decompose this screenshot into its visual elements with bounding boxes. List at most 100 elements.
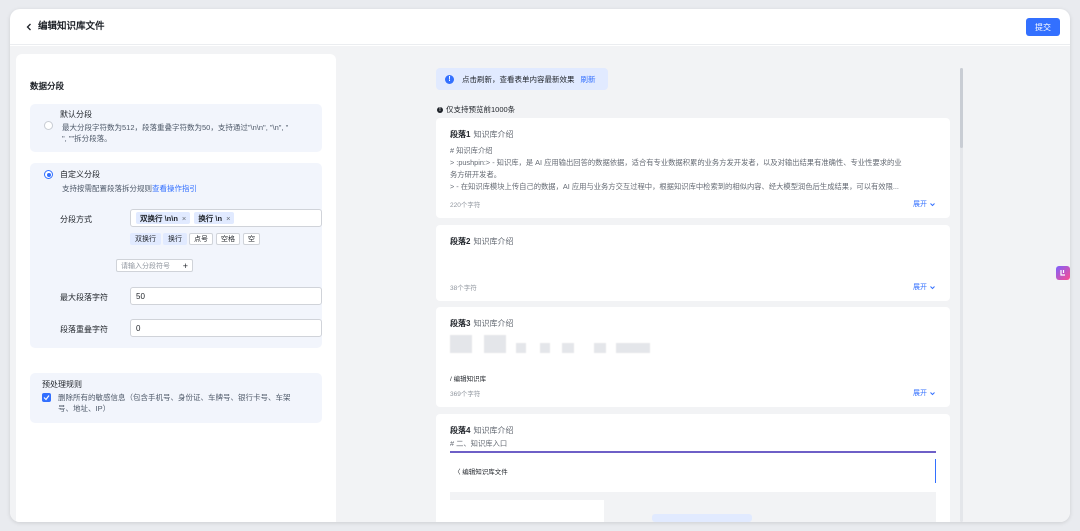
tag-label: 双换行 \n\n — [140, 213, 178, 223]
chevron-down-icon — [930, 391, 935, 395]
split-method-select[interactable]: 双换行 \n\n × 换行 \n × — [130, 209, 322, 227]
blurred-image — [594, 343, 606, 353]
blurred-image — [484, 335, 506, 353]
blurred-image — [540, 343, 550, 353]
segment-name: 段落4 — [450, 426, 471, 435]
expand-button[interactable]: 展开 — [913, 199, 936, 209]
segment-card-4: 段落4 知识库介绍 # 二、知识库入口 〈 编辑知识库文件 — [436, 414, 950, 522]
segment-title: 段落3 知识库介绍 — [450, 318, 513, 329]
segment-line: 务方研开发者。 — [450, 170, 502, 179]
segment-char-count: 38个字符 — [450, 285, 477, 292]
preprocess-rule-1: 删除所有的敏感信息（包含手机号、身份证、车牌号、银行卡号、车架 — [58, 393, 291, 402]
segment-subtitle: 知识库介绍 — [473, 237, 514, 246]
default-segment-desc-2: ", ""拆分段落。 — [62, 134, 112, 143]
expand-button[interactable]: 展开 — [913, 388, 936, 398]
default-segment-radio[interactable] — [44, 121, 53, 130]
section-title: 数据分段 — [30, 81, 65, 91]
segment-card-2: 段落2 知识库介绍 38个字符 展开 — [436, 225, 950, 301]
embedded-screenshot-header: 〈 编辑知识库文件 — [450, 459, 936, 483]
preview-scrollbar-thumb[interactable] — [960, 68, 963, 148]
segment-line: 〈 编辑知识库文件 — [454, 469, 508, 476]
segment-subtitle: 知识库介绍 — [473, 426, 514, 435]
default-segment-desc-1: 最大分段字符数为512，段落重叠字符数为50，支持通过"\n\n", "\n",… — [62, 123, 289, 132]
expand-label: 展开 — [913, 284, 927, 291]
segment-settings-panel: 数据分段 默认分段 最大分段字符数为512，段落重叠字符数为50，支持通过"\n… — [16, 54, 336, 522]
selected-tag: 换行 \n × — [194, 212, 235, 224]
expand-label: 展开 — [913, 390, 927, 397]
separator-input[interactable]: 请输入分段符号 + — [116, 259, 193, 272]
chevron-down-icon — [930, 285, 935, 289]
chip-double-newline[interactable]: 双换行 — [130, 233, 161, 245]
segment-name: 段落2 — [450, 237, 471, 246]
custom-segment-radio[interactable] — [44, 170, 53, 179]
submit-button[interactable]: 提交 — [1026, 18, 1060, 36]
refresh-link[interactable]: 刷新 — [581, 74, 596, 85]
custom-segment-desc-text: 支持按需配置段落拆分规则 — [62, 184, 152, 193]
expand-label: 展开 — [913, 201, 927, 208]
max-chars-label: 最大段落字符 — [60, 293, 108, 302]
blurred-image — [562, 343, 574, 353]
blurred-image — [450, 335, 472, 353]
preprocess-card: 预处理规则 删除所有的敏感信息（包含手机号、身份证、车牌号、银行卡号、车架 号、… — [30, 373, 322, 423]
page-title: 编辑知识库文件 — [38, 21, 105, 32]
segment-title: 段落1 知识库介绍 — [450, 129, 513, 140]
overlap-chars-label: 段落重叠字符 — [60, 325, 108, 334]
preprocess-title: 预处理规则 — [42, 380, 82, 389]
embedded-notice — [652, 514, 752, 522]
default-segment-title: 默认分段 — [60, 110, 92, 119]
expand-button[interactable]: 展开 — [913, 282, 936, 292]
segment-card-1: 段落1 知识库介绍 # 知识库介绍 > :pushpin:> - 知识库，是 AI… — [436, 118, 950, 218]
remove-tag-icon[interactable]: × — [226, 214, 230, 223]
segment-char-count: 220个字符 — [450, 202, 481, 209]
segment-char-count: 369个字符 — [450, 391, 481, 398]
blurred-image — [616, 343, 650, 353]
preprocess-rule-2: 号、地址、IP） — [58, 404, 111, 413]
segment-line: / 编辑知识库 — [450, 376, 487, 383]
preview-panel: ! 点击刷新，查看表单内容最新效果 刷新 ! 仅支持预览前1000条 段落1 知识… — [336, 54, 1060, 522]
segment-card-3: 段落3 知识库介绍 / 编辑知识库 369个字符 展开 — [436, 307, 950, 407]
segment-line: > - 在知识库模块上传自己的数据，AI 应用与业务方交互过程中，根据知识库中检… — [450, 182, 899, 191]
segment-line: > :pushpin:> - 知识库，是 AI 应用输出回答的数据依据，适合有专… — [450, 158, 902, 167]
embedded-panel — [450, 500, 604, 522]
embedded-screenshot-body — [450, 492, 936, 522]
chip-space[interactable]: 空格 — [216, 233, 240, 245]
segment-name: 段落1 — [450, 130, 471, 139]
segment-name: 段落3 — [450, 319, 471, 328]
preview-limit-note: ! 仅支持预览前1000条 — [437, 104, 515, 115]
max-chars-input[interactable]: 50 — [130, 287, 322, 305]
page-header: 编辑知识库文件 提交 — [10, 9, 1070, 45]
overlap-chars-input[interactable]: 0 — [130, 319, 322, 337]
segment-title: 段落2 知识库介绍 — [450, 236, 513, 247]
chip-newline[interactable]: 换行 — [163, 233, 187, 245]
remove-sensitive-checkbox[interactable] — [42, 393, 51, 402]
separator-chips: 双换行 换行 点号 空格 空 — [130, 233, 322, 247]
default-segment-card[interactable]: 默认分段 最大分段字符数为512，段落重叠字符数为50，支持通过"\n\n", … — [30, 104, 322, 152]
chevron-down-icon — [930, 202, 935, 206]
preview-limit-text: 仅支持预览前1000条 — [446, 105, 516, 114]
info-icon: ! — [445, 74, 454, 84]
segment-subtitle: 知识库介绍 — [473, 130, 514, 139]
selected-tag: 双换行 \n\n × — [136, 212, 191, 224]
notice-text: 点击刷新，查看表单内容最新效果 — [462, 74, 575, 84]
info-dot-icon: ! — [437, 106, 443, 113]
segment-title: 段落4 知识库介绍 — [450, 425, 513, 436]
guide-link[interactable]: 查看操作指引 — [152, 184, 197, 193]
refresh-notice: ! 点击刷新，查看表单内容最新效果 刷新 — [436, 68, 608, 90]
divider — [450, 451, 936, 453]
segment-line: # 知识库介绍 — [450, 146, 493, 155]
tag-label: 换行 \n — [198, 213, 223, 223]
blurred-image — [516, 343, 526, 353]
app-window: 编辑知识库文件 提交 数据分段 默认分段 最大分段字符数为512，段落重叠字符数… — [10, 9, 1070, 522]
plus-icon[interactable]: + — [183, 261, 188, 271]
remove-tag-icon[interactable]: × — [182, 214, 186, 223]
content-area: 数据分段 默认分段 最大分段字符数为512，段落重叠字符数为50，支持通过"\n… — [10, 46, 1070, 522]
chip-period[interactable]: 点号 — [189, 233, 213, 245]
segment-line: # 二、知识库入口 — [450, 439, 508, 448]
custom-segment-desc: 支持按需配置段落拆分规则查看操作指引 — [62, 183, 197, 194]
segment-subtitle: 知识库介绍 — [473, 319, 514, 328]
split-method-label: 分段方式 — [60, 215, 92, 224]
back-arrow-icon[interactable] — [22, 20, 36, 34]
separator-placeholder: 请输入分段符号 — [121, 262, 170, 270]
assistant-float-icon[interactable] — [1056, 266, 1070, 280]
chip-empty[interactable]: 空 — [243, 233, 260, 245]
